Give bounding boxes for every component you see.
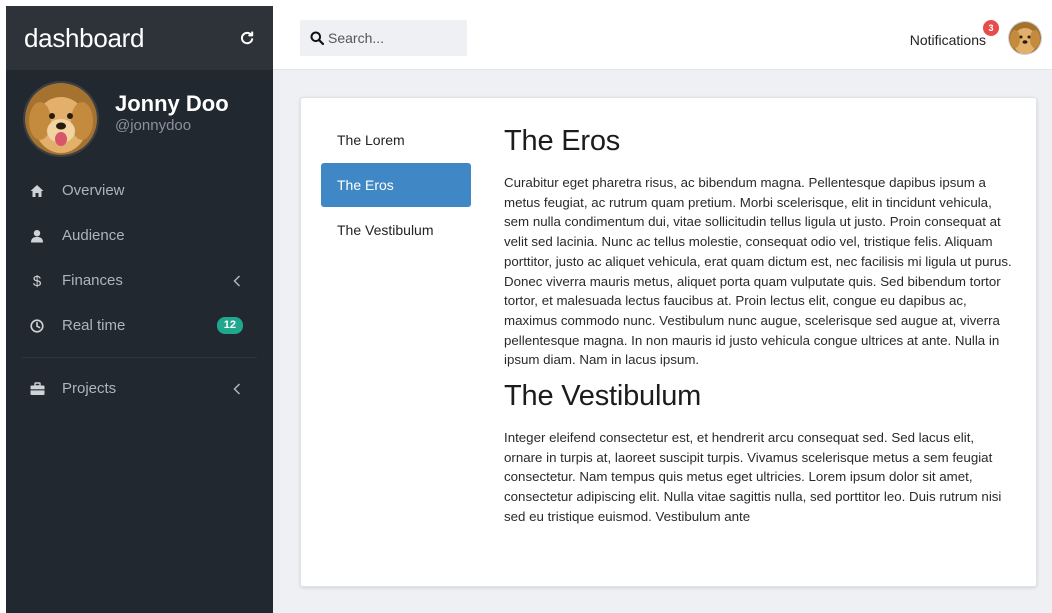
notifications-link[interactable]: Notifications 3 [909, 19, 999, 48]
profile-name: Jonny Doo [115, 91, 229, 116]
search-box[interactable] [300, 19, 467, 56]
sidebar-item-label: Overview [62, 182, 125, 199]
notifications-count-badge: 3 [983, 19, 999, 36]
tab-list: The Lorem The Eros The Vestibulum [301, 98, 501, 586]
chevron-left-icon[interactable] [231, 274, 243, 288]
section-body: Curabitur eget pharetra risus, ac bibend… [504, 175, 1012, 368]
chevron-left-icon[interactable] [231, 382, 243, 396]
sidebar: dashboard Jonny Doo @jonnydoo Overview A… [6, 6, 273, 613]
refresh-icon[interactable] [237, 28, 257, 48]
scroll-fade [501, 556, 1036, 586]
avatar[interactable] [23, 81, 99, 157]
sidebar-item-label: Projects [62, 380, 117, 397]
sidebar-item-label: Audience [62, 227, 125, 244]
realtime-count-badge: 12 [216, 317, 243, 334]
section-heading: The Vestibulum [504, 380, 702, 413]
briefcase-icon [28, 380, 46, 398]
section-body: Integer eleifend consectetur est, et hen… [504, 430, 1002, 524]
user-icon [28, 227, 46, 245]
user-avatar-small[interactable] [1008, 20, 1042, 55]
sidebar-item-realtime[interactable]: Real time 12 [6, 303, 273, 348]
dollar-icon: $ [28, 272, 46, 290]
topbar: Notifications 3 [273, 6, 1052, 70]
sidebar-nav: Overview Audience $ Finances Real time 1… [6, 168, 273, 411]
sidebar-item-audience[interactable]: Audience [6, 213, 273, 258]
dashboard-app: dashboard Jonny Doo @jonnydoo Overview A… [6, 6, 1052, 613]
profile-text: Jonny Doo @jonnydoo [115, 91, 229, 135]
home-icon [28, 182, 46, 200]
article-content[interactable]: The Eros Curabitur eget pharetra risus, … [501, 98, 1036, 586]
content-card: The Lorem The Eros The Vestibulum The Er… [300, 97, 1037, 587]
main-area: Notifications 3 The Lorem The [273, 6, 1052, 613]
tab-the-eros[interactable]: The Eros [321, 163, 471, 207]
search-icon [310, 30, 324, 46]
profile-handle: @jonnydoo [115, 117, 192, 134]
clock-icon [28, 317, 46, 335]
brand-bar: dashboard [6, 6, 273, 70]
tab-the-lorem[interactable]: The Lorem [321, 118, 471, 162]
tab-the-vestibulum[interactable]: The Vestibulum [321, 208, 471, 252]
section-heading: The Eros [504, 125, 621, 157]
sidebar-item-label: Real time [62, 317, 126, 334]
profile-panel: Jonny Doo @jonnydoo [6, 70, 273, 168]
sidebar-item-projects[interactable]: Projects [6, 366, 273, 411]
svg-text:$: $ [33, 273, 42, 289]
content-area: The Lorem The Eros The Vestibulum The Er… [273, 70, 1052, 613]
sidebar-item-finances[interactable]: $ Finances [6, 258, 273, 303]
sidebar-item-label: Finances [62, 272, 123, 289]
brand-title: dashboard [24, 22, 145, 53]
nav-divider [22, 357, 257, 358]
sidebar-item-overview[interactable]: Overview [6, 168, 273, 213]
notifications-label: Notifications [909, 31, 986, 48]
search-input[interactable] [328, 29, 458, 46]
